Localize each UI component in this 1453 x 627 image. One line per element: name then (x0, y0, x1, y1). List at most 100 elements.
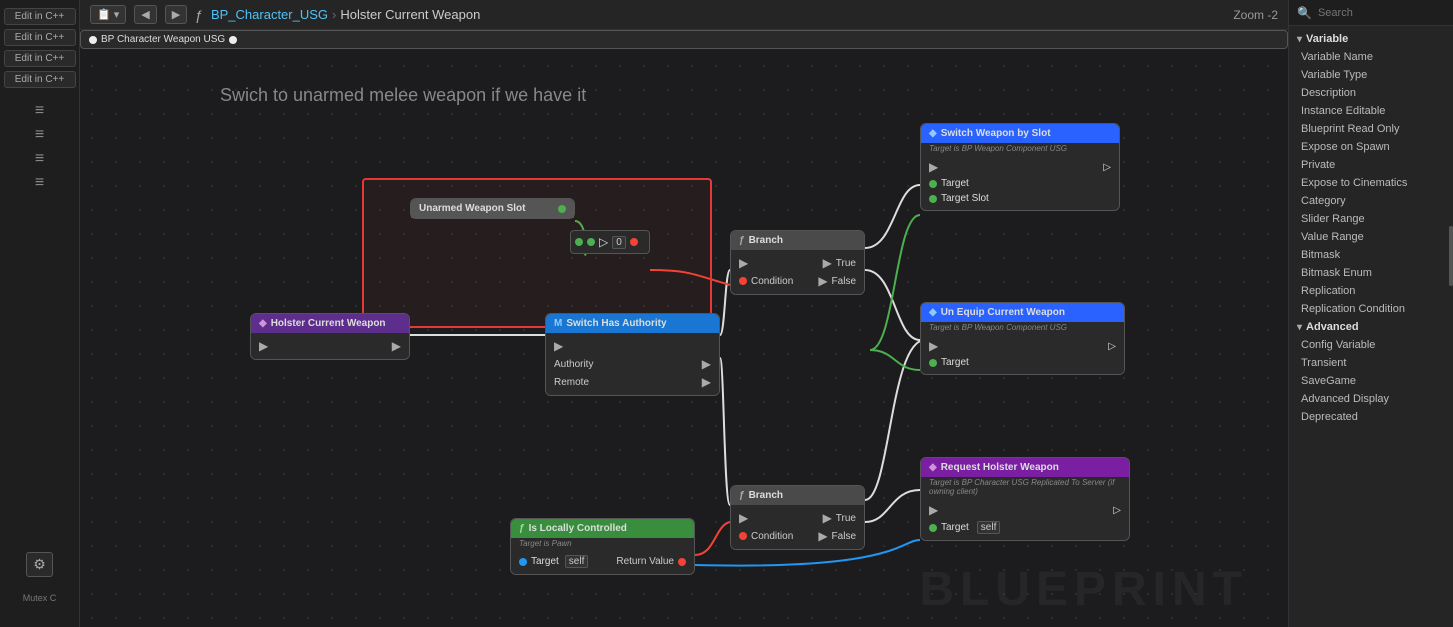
branch-upper-false-pin[interactable]: ▶ (818, 274, 827, 288)
rh-exec-in[interactable]: ▶ (929, 503, 938, 517)
node-unequip-current-weapon[interactable]: ◆ Un Equip Current Weapon Target is BP W… (920, 302, 1125, 375)
menu-icon-3[interactable]: ≡ (35, 150, 44, 168)
edit-cpp-button-4[interactable]: Edit in C++ (4, 71, 76, 88)
panel-item-variable-type[interactable]: Variable Type (1289, 66, 1453, 84)
breadcrumb-part1[interactable]: BP_Character_USG (211, 7, 328, 22)
authority-pin[interactable]: ▶ (702, 357, 711, 371)
sw-exec-in[interactable]: ▶ (929, 160, 938, 174)
unarmed-out-pin[interactable] (558, 205, 566, 213)
switch-weapon-body: ▶ ▷ Target Target Slot (921, 154, 1119, 210)
edit-cpp-button-1[interactable]: Edit in C++ (4, 8, 76, 25)
remote-pin[interactable]: ▶ (702, 375, 711, 389)
branch-upper-exec-in[interactable]: ▶ (739, 256, 748, 270)
unequip-exec-in[interactable]: ▶ (929, 339, 938, 353)
variable-section-header[interactable]: ▾ Variable (1289, 30, 1453, 48)
compact-operator-label: ▷ (599, 235, 608, 249)
panel-item-category[interactable]: Category (1289, 192, 1453, 210)
panel-item-bitmask-enum[interactable]: Bitmask Enum (1289, 264, 1453, 282)
canvas-label: Swich to unarmed melee weapon if we have… (220, 85, 586, 106)
branch-lower-condition-pin[interactable] (739, 532, 747, 540)
node-bp-char-weapon[interactable]: BP Character Weapon USG (80, 30, 1288, 49)
node-compact-operator[interactable]: ▷ 0 (570, 230, 650, 254)
panel-item-instance-editable[interactable]: Instance Editable (1289, 102, 1453, 120)
scrollbar-indicator[interactable] (1449, 226, 1453, 286)
node-unarmed-weapon-slot[interactable]: Unarmed Weapon Slot (410, 198, 575, 219)
variable-chevron-icon: ▾ (1297, 34, 1302, 45)
sw-exec-out[interactable]: ▷ (1103, 162, 1111, 173)
search-bar[interactable]: 🔍 (1289, 0, 1453, 26)
node-is-locally-controlled[interactable]: ƒ Is Locally Controlled Target is Pawn T… (510, 518, 695, 575)
unequip-title: Un Equip Current Weapon (941, 307, 1065, 318)
bp-char-out-pin[interactable] (89, 36, 97, 44)
panel-item-transient[interactable]: Transient (1289, 354, 1453, 372)
panel-item-savegame[interactable]: SaveGame (1289, 372, 1453, 390)
panel-item-bitmask[interactable]: Bitmask (1289, 246, 1453, 264)
branch-upper-true-pin[interactable]: ▶ (823, 256, 832, 270)
rh-exec-out[interactable]: ▷ (1113, 505, 1121, 516)
forward-button[interactable]: ▶ (165, 5, 187, 24)
request-holster-header: ◆ Request Holster Weapon (921, 458, 1129, 477)
compact-in-pin-1[interactable] (575, 238, 583, 246)
panel-item-replication[interactable]: Replication (1289, 282, 1453, 300)
panel-item-replication-condition[interactable]: Replication Condition (1289, 300, 1453, 318)
menu-icon-4[interactable]: ≡ (35, 174, 44, 192)
forward-icon: ▶ (172, 8, 180, 21)
locally-target-pin[interactable] (519, 558, 527, 566)
compact-out-pin[interactable] (630, 238, 638, 246)
holster-exec-in-pin[interactable]: ▶ (259, 339, 268, 353)
node-switch-weapon-by-slot[interactable]: ◆ Switch Weapon by Slot Target is BP Wea… (920, 123, 1120, 211)
panel-item-value-range[interactable]: Value Range (1289, 228, 1453, 246)
blueprint-canvas[interactable]: Swich to unarmed melee weapon if we have… (80, 30, 1288, 627)
switch-weapon-title: Switch Weapon by Slot (941, 128, 1051, 139)
panel-item-config-variable[interactable]: Config Variable (1289, 336, 1453, 354)
branch-lower-false-pin[interactable]: ▶ (818, 529, 827, 543)
switch-weapon-icon: ◆ (929, 128, 937, 139)
authority-label: Authority (554, 359, 698, 370)
panel-item-expose-on-spawn[interactable]: Expose on Spawn (1289, 138, 1453, 156)
variable-section-label: Variable (1306, 33, 1348, 45)
edit-cpp-button-2[interactable]: Edit in C++ (4, 29, 76, 46)
advanced-section-header[interactable]: ▾ Advanced (1289, 318, 1453, 336)
switch-auth-body: ▶ Authority ▶ Remote ▶ (546, 333, 719, 395)
rh-target-pin[interactable] (929, 524, 937, 532)
menu-icon-1[interactable]: ≡ (35, 102, 44, 120)
node-switch-has-authority[interactable]: M Switch Has Authority ▶ Authority ▶ Rem… (545, 313, 720, 396)
holster-exec-out-pin[interactable]: ▶ (392, 339, 401, 353)
panel-item-expose-to-cinematics[interactable]: Expose to Cinematics (1289, 174, 1453, 192)
search-input[interactable] (1318, 7, 1445, 19)
unequip-target-pin[interactable] (929, 359, 937, 367)
node-request-holster-weapon[interactable]: ◆ Request Holster Weapon Target is BP Ch… (920, 457, 1130, 541)
bp-char-in-pin[interactable] (229, 36, 237, 44)
unequip-subtitle: Target is BP Weapon Component USG (921, 322, 1124, 333)
advanced-chevron-icon: ▾ (1297, 322, 1302, 333)
panel-item-blueprint-read-only[interactable]: Blueprint Read Only (1289, 120, 1453, 138)
panel-item-description[interactable]: Description (1289, 84, 1453, 102)
switch-auth-header: M Switch Has Authority (546, 314, 719, 333)
sw-target-slot-pin[interactable] (929, 195, 937, 203)
menu-icon-2[interactable]: ≡ (35, 126, 44, 144)
branch-lower-icon: ƒ (739, 490, 745, 501)
node-branch-lower[interactable]: ƒ Branch ▶ ▶ True Condition ▶ False (730, 485, 865, 550)
panel-item-advanced-display[interactable]: Advanced Display (1289, 390, 1453, 408)
panel-item-slider-range[interactable]: Slider Range (1289, 210, 1453, 228)
switch-auth-exec-in[interactable]: ▶ (554, 339, 563, 353)
panel-item-variable-name[interactable]: Variable Name (1289, 48, 1453, 66)
unequip-icon: ◆ (929, 307, 937, 318)
branch-lower-body: ▶ ▶ True Condition ▶ False (731, 505, 864, 549)
history-dropdown-button[interactable]: 📋 ▾ (90, 5, 126, 24)
back-button[interactable]: ◀ (134, 5, 156, 24)
search-icon: 🔍 (1297, 6, 1312, 20)
compact-in-pin-2[interactable] (587, 238, 595, 246)
branch-lower-true-pin[interactable]: ▶ (823, 511, 832, 525)
branch-lower-exec-in[interactable]: ▶ (739, 511, 748, 525)
node-holster-current-weapon[interactable]: ◆ Holster Current Weapon ▶ ▶ (250, 313, 410, 360)
edit-cpp-button-3[interactable]: Edit in C++ (4, 50, 76, 67)
node-branch-upper[interactable]: ƒ Branch ▶ ▶ True Condition ▶ False (730, 230, 865, 295)
sw-target-pin[interactable] (929, 180, 937, 188)
gear-button[interactable]: ⚙ (26, 552, 53, 577)
locally-return-pin[interactable] (678, 558, 686, 566)
panel-item-private[interactable]: Private (1289, 156, 1453, 174)
branch-upper-condition-pin[interactable] (739, 277, 747, 285)
unequip-exec-out[interactable]: ▷ (1108, 341, 1116, 352)
panel-item-deprecated[interactable]: Deprecated (1289, 408, 1453, 426)
